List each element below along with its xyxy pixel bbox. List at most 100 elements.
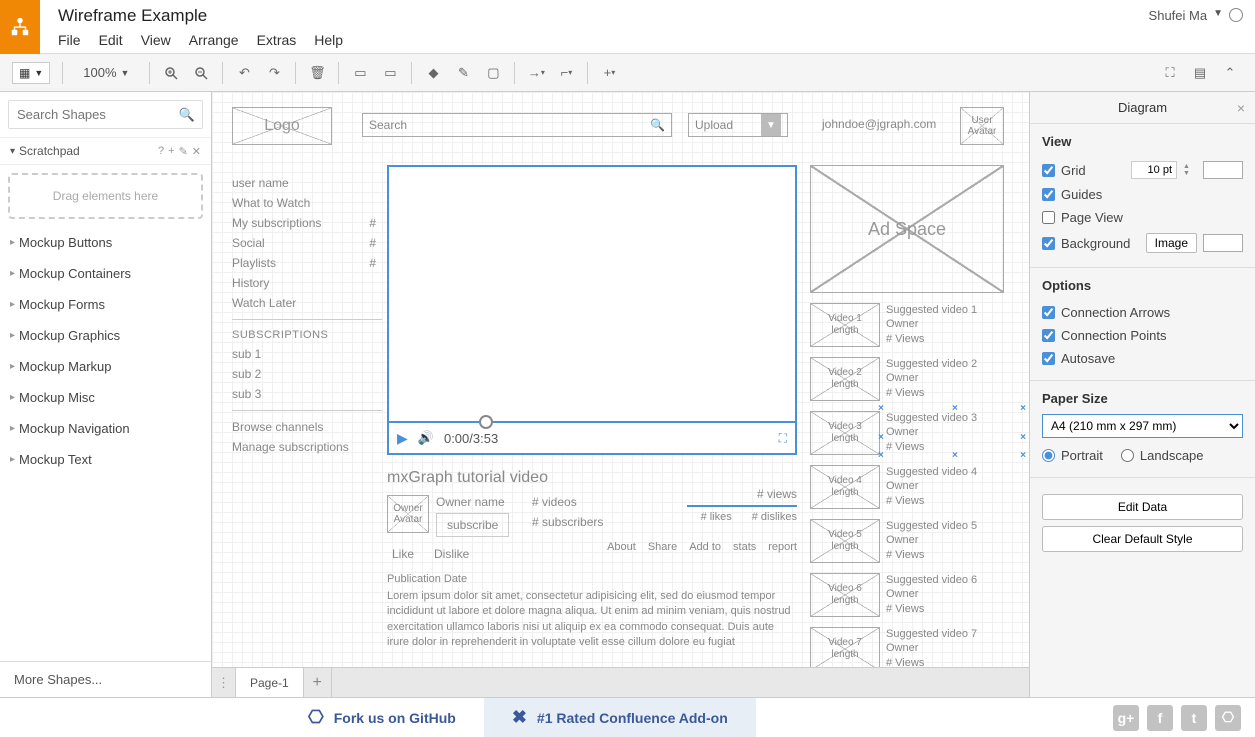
background-checkbox[interactable] (1042, 237, 1055, 250)
delete-icon[interactable]: 🗑 (304, 60, 330, 86)
more-shapes-button[interactable]: More Shapes... (0, 661, 211, 697)
stepper-icon[interactable]: ▲▼ (1183, 163, 1197, 177)
guides-checkbox[interactable] (1042, 188, 1055, 201)
shape-category[interactable]: Mockup Text (0, 444, 211, 475)
document-title[interactable]: Wireframe Example (58, 0, 1149, 26)
pageview-checkbox[interactable] (1042, 211, 1055, 224)
gplus-icon[interactable]: g+ (1113, 705, 1139, 731)
wf-logo-placeholder[interactable]: Logo (232, 107, 332, 145)
canvas[interactable]: Logo Search🔍 Upload▼ johndoe@jgraph.com … (212, 92, 1029, 667)
to-back-icon[interactable]: ▭ (377, 60, 403, 86)
close-icon[interactable]: × (1237, 100, 1245, 116)
clear-style-button[interactable]: Clear Default Style (1042, 526, 1243, 552)
format-panel-icon[interactable]: ▤ (1187, 60, 1213, 86)
menu-view[interactable]: View (141, 32, 171, 48)
facebook-icon[interactable]: f (1147, 705, 1173, 731)
wf-nav-link[interactable]: Manage subscriptions (232, 437, 382, 457)
landscape-radio[interactable] (1121, 449, 1134, 462)
wf-dislike-button[interactable]: Dislike (434, 547, 469, 561)
shadow-icon[interactable]: ▢ (480, 60, 506, 86)
wf-video-player[interactable]: ▶ 🔊 0:00/3:53 ⛶ (387, 165, 797, 455)
conn-arrows-checkbox[interactable] (1042, 306, 1055, 319)
wf-nav-item[interactable]: My subscriptions# (232, 213, 382, 233)
grid-color-swatch[interactable] (1203, 161, 1243, 179)
app-logo[interactable] (0, 0, 40, 54)
grid-checkbox[interactable] (1042, 164, 1055, 177)
connection-icon[interactable]: → ▾ (523, 60, 549, 86)
scratchpad-header[interactable]: ▾ Scratchpad ? + ✎ ✕ (0, 138, 211, 165)
globe-icon[interactable] (1229, 8, 1243, 22)
wf-subscribe-button[interactable]: subscribe (436, 513, 509, 537)
wf-sub-item[interactable]: sub 1 (232, 344, 382, 364)
help-icon[interactable]: ? (158, 145, 164, 158)
wf-nav-item[interactable]: Social# (232, 233, 382, 253)
conn-points-checkbox[interactable] (1042, 329, 1055, 342)
background-color-swatch[interactable] (1203, 234, 1243, 252)
menu-arrange[interactable]: Arrange (189, 32, 239, 48)
tab-menu-icon[interactable]: ⋮ (212, 668, 236, 697)
wf-suggested-video[interactable]: Video 7lengthSuggested video 7Owner# Vie… (810, 627, 1020, 667)
wf-nav-item[interactable]: user name (232, 173, 382, 193)
wf-suggested-video[interactable]: Video 5lengthSuggested video 5Owner# Vie… (810, 519, 1020, 563)
grid-size-input[interactable] (1131, 161, 1177, 179)
waypoint-icon[interactable]: ⌐ ▾ (553, 60, 579, 86)
paper-size-select[interactable]: A4 (210 mm x 297 mm) (1042, 414, 1243, 438)
collapse-icon[interactable]: ⌃ (1217, 60, 1243, 86)
wf-suggested-video[interactable]: Video 2lengthSuggested video 2Owner# Vie… (810, 357, 1020, 401)
shape-category[interactable]: Mockup Navigation (0, 413, 211, 444)
menu-file[interactable]: File (58, 32, 81, 48)
zoom-select[interactable]: 100% ▼ (75, 62, 137, 83)
image-button[interactable]: Image (1146, 233, 1197, 253)
fullscreen-icon[interactable]: ⛶ (779, 431, 787, 446)
wf-nav-link[interactable]: Browse channels (232, 417, 382, 437)
wf-search-field[interactable]: Search🔍 (362, 113, 672, 137)
wf-nav-item[interactable]: Playlists# (232, 253, 382, 273)
add-icon[interactable]: + (168, 145, 174, 158)
wf-like-button[interactable]: Like (392, 547, 414, 561)
search-icon[interactable]: 🔍 (179, 107, 195, 123)
github-link[interactable]: ⎔ Fork us on GitHub (280, 698, 484, 737)
close-icon[interactable]: ✕ (192, 145, 201, 158)
line-color-icon[interactable]: ✎ (450, 60, 476, 86)
twitter-icon[interactable]: t (1181, 705, 1207, 731)
wf-upload-button[interactable]: Upload▼ (688, 113, 788, 137)
play-icon[interactable]: ▶ (397, 430, 408, 447)
scratchpad-dropzone[interactable]: Drag elements here (8, 173, 203, 219)
wf-suggested-video[interactable]: Video 6lengthSuggested video 6Owner# Vie… (810, 573, 1020, 617)
wf-action-add-to[interactable]: Add to (689, 541, 721, 553)
redo-icon[interactable]: ↷ (261, 60, 287, 86)
wf-owner-avatar[interactable]: Owner Avatar (387, 495, 429, 533)
view-mode-select[interactable]: ▦ ▼ (12, 62, 50, 84)
fullscreen-icon[interactable]: ⛶ (1157, 60, 1183, 86)
edit-icon[interactable]: ✎ (179, 145, 188, 158)
confluence-link[interactable]: ✖ #1 Rated Confluence Add-on (484, 698, 756, 737)
wf-suggested-video[interactable]: Video 3lengthSuggested video 3Owner# Vie… (810, 411, 1020, 455)
add-page-button[interactable]: + (304, 668, 332, 697)
shape-category[interactable]: Mockup Containers (0, 258, 211, 289)
wf-suggested-video[interactable]: Video 4lengthSuggested video 4Owner# Vie… (810, 465, 1020, 509)
autosave-checkbox[interactable] (1042, 352, 1055, 365)
wf-action-about[interactable]: About (607, 541, 636, 553)
wf-sub-item[interactable]: sub 3 (232, 384, 382, 404)
add-icon[interactable]: + ▾ (596, 60, 622, 86)
chevron-down-icon[interactable]: ▼ (1213, 8, 1223, 19)
edit-data-button[interactable]: Edit Data (1042, 494, 1243, 520)
menu-help[interactable]: Help (314, 32, 343, 48)
zoom-in-icon[interactable] (158, 60, 184, 86)
menu-edit[interactable]: Edit (99, 32, 123, 48)
github-icon[interactable]: ⎔ (1215, 705, 1241, 731)
shape-category[interactable]: Mockup Graphics (0, 320, 211, 351)
wf-action-share[interactable]: Share (648, 541, 677, 553)
wf-action-report[interactable]: report (768, 541, 797, 553)
wf-nav-item[interactable]: History (232, 273, 382, 293)
volume-icon[interactable]: 🔊 (418, 430, 434, 446)
wf-nav-item[interactable]: What to Watch (232, 193, 382, 213)
tab-page-1[interactable]: Page-1 (236, 668, 304, 697)
user-name[interactable]: Shufei Ma (1149, 8, 1208, 23)
portrait-radio[interactable] (1042, 449, 1055, 462)
undo-icon[interactable]: ↶ (231, 60, 257, 86)
shape-category[interactable]: Mockup Misc (0, 382, 211, 413)
menu-extras[interactable]: Extras (257, 32, 297, 48)
to-front-icon[interactable]: ▭ (347, 60, 373, 86)
shape-category[interactable]: Mockup Forms (0, 289, 211, 320)
